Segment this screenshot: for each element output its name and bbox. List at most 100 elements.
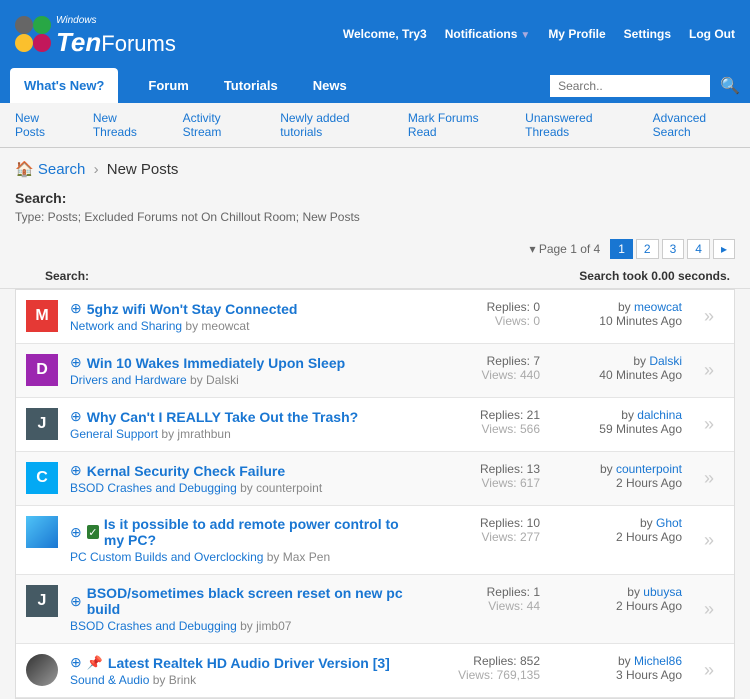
goto-icon[interactable]: » (694, 530, 724, 551)
page-3[interactable]: 3 (662, 239, 685, 259)
tab-tutorials[interactable]: Tutorials (219, 68, 283, 103)
avatar[interactable]: J (26, 585, 58, 617)
username-link[interactable]: Try3 (402, 27, 427, 41)
thread-title-link[interactable]: Latest Realtek HD Audio Driver Version [… (108, 655, 390, 671)
nav-row: What's New? Forum Tutorials News 🔍 (0, 68, 750, 103)
page-2[interactable]: 2 (636, 239, 659, 259)
table-row: ⊕ ✓ Is it possible to add remote power c… (16, 506, 734, 575)
subnav-activity[interactable]: Activity Stream (183, 111, 253, 139)
goto-icon[interactable]: » (694, 414, 724, 435)
page-next[interactable]: ▸ (713, 239, 735, 259)
thread-meta: BSOD Crashes and Debugging by counterpoi… (70, 481, 408, 495)
last-user-link[interactable]: Michel86 (634, 654, 682, 668)
top-links: Welcome, Try3 Notifications▼ My Profile … (343, 27, 735, 41)
forum-link[interactable]: General Support (70, 427, 158, 441)
thread-title-link[interactable]: BSOD/sometimes black screen reset on new… (87, 585, 408, 617)
views-count: Views: 566 (420, 422, 540, 436)
subnav-mark-read[interactable]: Mark Forums Read (408, 111, 497, 139)
breadcrumb-current: New Posts (107, 161, 179, 178)
thread-main: ⊕ ✓ Is it possible to add remote power c… (70, 516, 408, 564)
thread-stats: Replies: 1 Views: 44 (420, 585, 540, 633)
logo-windows: Windows (56, 15, 96, 26)
arrow-down-icon: ⊕ (70, 654, 82, 671)
search-input[interactable] (550, 75, 710, 97)
avatar[interactable] (26, 654, 58, 686)
profile-link[interactable]: My Profile (548, 27, 605, 41)
views-count: Views: 769,135 (420, 668, 540, 682)
tab-whats-new[interactable]: What's New? (10, 68, 118, 103)
thread-title-link[interactable]: 5ghz wifi Won't Stay Connected (87, 301, 298, 317)
nav-tabs: What's New? Forum Tutorials News (10, 68, 550, 103)
tab-news[interactable]: News (308, 68, 352, 103)
subnav-advanced-search[interactable]: Advanced Search (653, 111, 735, 139)
goto-icon[interactable]: » (694, 360, 724, 381)
table-row: J ⊕ BSOD/sometimes black screen reset on… (16, 575, 734, 644)
thread-meta: BSOD Crashes and Debugging by jimb07 (70, 619, 408, 633)
tab-forum[interactable]: Forum (143, 68, 193, 103)
avatar[interactable]: C (26, 462, 58, 494)
thread-stats: Replies: 13 Views: 617 (420, 462, 540, 495)
avatar[interactable]: J (26, 408, 58, 440)
last-time: 2 Hours Ago (552, 599, 682, 613)
last-user-link[interactable]: ubuysa (643, 585, 682, 599)
search-title: Search: (15, 190, 735, 206)
goto-icon[interactable]: » (694, 599, 724, 620)
welcome-text: Welcome, Try3 (343, 27, 427, 41)
subhead-left: Search: (45, 269, 89, 283)
page-4[interactable]: 4 (687, 239, 710, 259)
goto-icon[interactable]: » (694, 660, 724, 681)
header: Windows TenForums Welcome, Try3 Notifica… (0, 0, 750, 103)
arrow-down-icon: ⊕ (70, 408, 82, 425)
table-row: C ⊕ Kernal Security Check Failure BSOD C… (16, 452, 734, 506)
last-user-link[interactable]: counterpoint (616, 462, 682, 476)
thread-title-link[interactable]: Is it possible to add remote power contr… (104, 516, 408, 548)
last-by: by Ghot (552, 516, 682, 530)
forum-link[interactable]: Drivers and Hardware (70, 373, 187, 387)
thread-main: ⊕ 5ghz wifi Won't Stay Connected Network… (70, 300, 408, 333)
thread-meta: General Support by jmrathbun (70, 427, 408, 441)
search-icon[interactable]: 🔍 (720, 76, 740, 96)
page-indicator: ▾ Page 1 of 4 (522, 240, 607, 258)
settings-link[interactable]: Settings (624, 27, 671, 41)
forum-link[interactable]: PC Custom Builds and Overclocking (70, 550, 263, 564)
subnav-new-threads[interactable]: New Threads (93, 111, 155, 139)
thread-title-row: ⊕ 📌 Latest Realtek HD Audio Driver Versi… (70, 654, 408, 671)
goto-icon[interactable]: » (694, 306, 724, 327)
breadcrumb-search[interactable]: Search (38, 161, 86, 178)
last-time: 2 Hours Ago (552, 476, 682, 490)
avatar[interactable]: M (26, 300, 58, 332)
logo[interactable]: Windows TenForums (15, 10, 176, 58)
thread-last: by counterpoint 2 Hours Ago (552, 462, 682, 495)
thread-title-row: ⊕ Win 10 Wakes Immediately Upon Sleep (70, 354, 408, 371)
last-user-link[interactable]: dalchina (637, 408, 682, 422)
arrow-down-icon: ⊕ (70, 354, 82, 371)
subnav-new-posts[interactable]: New Posts (15, 111, 65, 139)
forum-link[interactable]: BSOD Crashes and Debugging (70, 481, 237, 495)
thread-title-link[interactable]: Why Can't I REALLY Take Out the Trash? (87, 409, 358, 425)
subnav-tutorials[interactable]: Newly added tutorials (280, 111, 380, 139)
last-user-link[interactable]: meowcat (634, 300, 682, 314)
logout-link[interactable]: Log Out (689, 27, 735, 41)
last-time: 40 Minutes Ago (552, 368, 682, 382)
thread-title-link[interactable]: Kernal Security Check Failure (87, 463, 285, 479)
forum-link[interactable]: BSOD Crashes and Debugging (70, 619, 237, 633)
last-user-link[interactable]: Ghot (656, 516, 682, 530)
thread-title-link[interactable]: Win 10 Wakes Immediately Upon Sleep (87, 355, 345, 371)
search-desc: Type: Posts; Excluded Forums not On Chil… (15, 210, 735, 224)
forum-link[interactable]: Sound & Audio (70, 673, 149, 687)
forum-link[interactable]: Network and Sharing (70, 319, 182, 333)
thread-meta: Sound & Audio by Brink (70, 673, 408, 687)
table-row: M ⊕ 5ghz wifi Won't Stay Connected Netwo… (16, 290, 734, 344)
page-1[interactable]: 1 (610, 239, 633, 259)
goto-icon[interactable]: » (694, 468, 724, 489)
home-icon[interactable]: 🏠 (15, 161, 34, 178)
thread-last: by meowcat 10 Minutes Ago (552, 300, 682, 333)
pin-icon: 📌 (87, 655, 103, 671)
subnav-unanswered[interactable]: Unanswered Threads (525, 111, 625, 139)
notifications-link[interactable]: Notifications▼ (445, 27, 531, 41)
avatar[interactable] (26, 516, 58, 548)
thread-last: by Michel86 3 Hours Ago (552, 654, 682, 687)
views-count: Views: 440 (420, 368, 540, 382)
avatar[interactable]: D (26, 354, 58, 386)
last-user-link[interactable]: Dalski (649, 354, 682, 368)
